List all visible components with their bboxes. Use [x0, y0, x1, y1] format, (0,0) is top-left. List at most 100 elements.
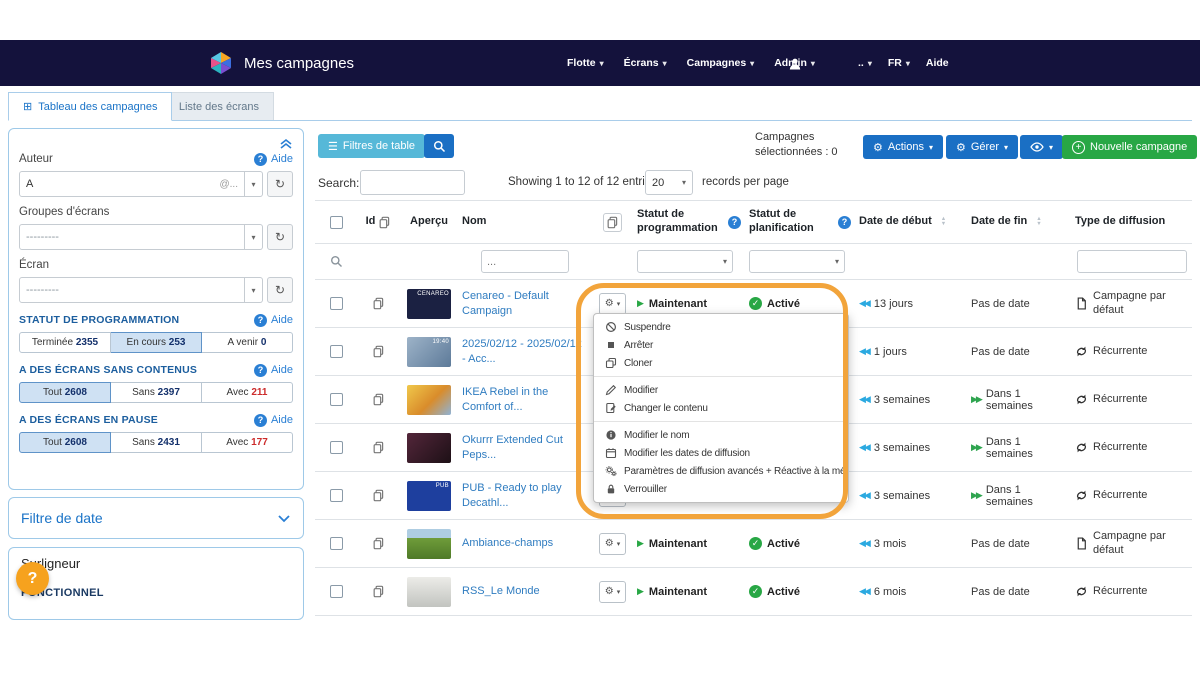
statut-planification-filter-select[interactable]: ▾: [749, 250, 845, 273]
campaign-thumbnail[interactable]: PUB: [407, 481, 451, 511]
filter-button-a-des-ecrans-sans-contenus-sans[interactable]: Sans 2397: [111, 382, 202, 403]
copy-id-icon[interactable]: [372, 393, 385, 406]
copy-id-icon[interactable]: [372, 441, 385, 454]
nav-item-flotte[interactable]: Flotte ▾: [567, 57, 604, 69]
nav-item-fr[interactable]: FR ▾: [888, 57, 910, 69]
menu-item-modifier-les-dates-de-diffusion[interactable]: Modifier les dates de diffusion: [594, 444, 848, 462]
header-type-diffusion[interactable]: Type de diffusion: [1071, 215, 1192, 229]
filter-button-a-des-ecrans-sans-contenus-tout[interactable]: Tout 2608: [19, 382, 111, 403]
row-checkbox[interactable]: [330, 441, 343, 454]
filter-button-statut-de-programmation-a-venir[interactable]: A venir 0: [202, 332, 293, 353]
row-checkbox[interactable]: [330, 297, 343, 310]
header-date-debut[interactable]: Date de début ▲▼: [855, 215, 967, 229]
copy-id-icon[interactable]: [372, 297, 385, 310]
select-all-checkbox[interactable]: [330, 216, 343, 229]
campaign-name-link[interactable]: Okurrr Extended Cut Peps...: [462, 433, 588, 462]
menu-item-modifier-le-nom[interactable]: Modifier le nom: [594, 426, 848, 444]
header-copy-names[interactable]: [592, 213, 633, 232]
copy-icon[interactable]: [603, 213, 622, 232]
collapse-panel-icon[interactable]: [279, 135, 293, 152]
menu-item-suspendre[interactable]: Suspendre: [594, 318, 848, 336]
nouvelle-campagne-button[interactable]: + Nouvelle campagne: [1062, 135, 1197, 159]
header-statut-programmation[interactable]: Statut de programmation ?: [633, 208, 745, 236]
aide-link[interactable]: ?Aide: [254, 364, 293, 377]
campaign-name-link[interactable]: PUB - Ready to play Decathl...: [462, 481, 588, 510]
plus-icon: +: [1072, 141, 1085, 154]
table-search-button[interactable]: [424, 134, 454, 158]
aide-link-auteur[interactable]: ?Aide: [254, 153, 293, 166]
menu-item-arreter[interactable]: Arrêter: [594, 336, 848, 354]
help-icon[interactable]: ?: [838, 216, 851, 229]
aide-link[interactable]: ?Aide: [254, 414, 293, 427]
campaign-thumbnail[interactable]: [407, 529, 451, 559]
row-checkbox[interactable]: [330, 393, 343, 406]
campaign-name-link[interactable]: IKEA Rebel in the Comfort of...: [462, 385, 588, 414]
date-filter-panel[interactable]: Filtre de date: [8, 497, 304, 539]
type-diffusion-filter-input[interactable]: [1077, 250, 1187, 273]
row-actions-dropdown-button[interactable]: ⚙▾: [599, 581, 626, 603]
campaign-name-link[interactable]: RSS_Le Monde: [462, 584, 540, 598]
help-icon[interactable]: ?: [728, 216, 741, 229]
groupes-select[interactable]: ---------: [19, 224, 245, 250]
aide-link[interactable]: ?Aide: [254, 314, 293, 327]
copy-id-icon[interactable]: [372, 585, 385, 598]
auteur-refresh-button[interactable]: ↻: [267, 171, 293, 197]
campaign-name-link[interactable]: Cenareo - Default Campaign: [462, 289, 588, 318]
tab-tableau-des-campagnes[interactable]: ⊞ Tableau des campagnes: [8, 92, 172, 121]
campaign-name-link[interactable]: Ambiance-champs: [462, 536, 553, 550]
gerer-button[interactable]: ⚙ Gérer ▾: [946, 135, 1018, 159]
header-id[interactable]: Id: [357, 215, 400, 229]
campaign-thumbnail[interactable]: [407, 385, 451, 415]
nav-item-aide[interactable]: Aide: [926, 57, 949, 69]
auteur-caret-icon[interactable]: ▾: [245, 171, 263, 197]
menu-item-verrouiller[interactable]: Verrouiller: [594, 480, 848, 498]
row-actions-dropdown-button[interactable]: ⚙▾: [599, 533, 626, 555]
filter-button-a-des-ecrans-en-pause-tout[interactable]: Tout 2608: [19, 432, 111, 453]
user-icon[interactable]: [788, 55, 802, 73]
search-input[interactable]: [360, 170, 465, 195]
campaign-thumbnail[interactable]: CENAREO: [407, 289, 451, 319]
nom-filter-input[interactable]: [481, 250, 569, 273]
campaign-thumbnail[interactable]: [407, 577, 451, 607]
ecran-select[interactable]: ---------: [19, 277, 245, 303]
groupes-refresh-button[interactable]: ↻: [267, 224, 293, 250]
copy-id-icon[interactable]: [372, 537, 385, 550]
campaign-thumbnail[interactable]: [407, 433, 451, 463]
nav-item-campagnes[interactable]: Campagnes ▾: [687, 57, 755, 69]
page-size-select[interactable]: 20 ▾: [645, 170, 693, 195]
row-checkbox[interactable]: [330, 489, 343, 502]
filter-button-a-des-ecrans-en-pause-avec[interactable]: Avec 177: [202, 432, 293, 453]
nav-item-ecrans[interactable]: Écrans ▾: [624, 57, 667, 69]
menu-item-changer-le-contenu[interactable]: Changer le contenu: [594, 399, 848, 417]
copy-icon[interactable]: [378, 216, 391, 229]
row-checkbox[interactable]: [330, 537, 343, 550]
row-checkbox[interactable]: [330, 345, 343, 358]
filter-button-statut-de-programmation-terminee[interactable]: Terminée 2355: [19, 332, 111, 353]
ecran-refresh-button[interactable]: ↻: [267, 277, 293, 303]
nav-item-more[interactable]: .. ▾: [858, 57, 872, 69]
header-statut-planification[interactable]: Statut de planification ?: [745, 208, 855, 236]
filter-button-a-des-ecrans-en-pause-sans[interactable]: Sans 2431: [111, 432, 202, 453]
help-button[interactable]: ?: [16, 562, 49, 595]
menu-item-cloner[interactable]: Cloner: [594, 354, 848, 372]
row-checkbox[interactable]: [330, 585, 343, 598]
visibility-button[interactable]: ▾: [1020, 135, 1063, 159]
header-nom[interactable]: Nom: [458, 215, 592, 229]
statut-programmation-filter-select[interactable]: ▾: [637, 250, 733, 273]
ecran-caret-icon[interactable]: ▾: [245, 277, 263, 303]
actions-button[interactable]: ⚙ Actions ▾: [863, 135, 943, 159]
row-actions-dropdown-button[interactable]: ⚙▾: [599, 293, 626, 315]
groupes-combo: --------- ▾ ↻: [19, 224, 293, 250]
copy-id-icon[interactable]: [372, 489, 385, 502]
header-date-fin[interactable]: Date de fin ▲▼: [967, 215, 1071, 229]
menu-item-parametres-de-diffusion-avances-reactive-a-la-meteo[interactable]: Paramètres de diffusion avancés + Réacti…: [594, 462, 848, 480]
filter-button-a-des-ecrans-sans-contenus-avec[interactable]: Avec 211: [202, 382, 293, 403]
campaign-name-link[interactable]: 2025/02/12 - 2025/02/12 - Acc...: [462, 337, 588, 366]
campaign-thumbnail[interactable]: 19:40: [407, 337, 451, 367]
menu-item-modifier[interactable]: Modifier: [594, 381, 848, 399]
filtres-table-button[interactable]: ☰ Filtres de table: [318, 134, 425, 158]
groupes-caret-icon[interactable]: ▾: [245, 224, 263, 250]
auteur-input[interactable]: A @...: [19, 171, 245, 197]
filter-button-statut-de-programmation-en-cours[interactable]: En cours 253: [111, 332, 202, 353]
copy-id-icon[interactable]: [372, 345, 385, 358]
